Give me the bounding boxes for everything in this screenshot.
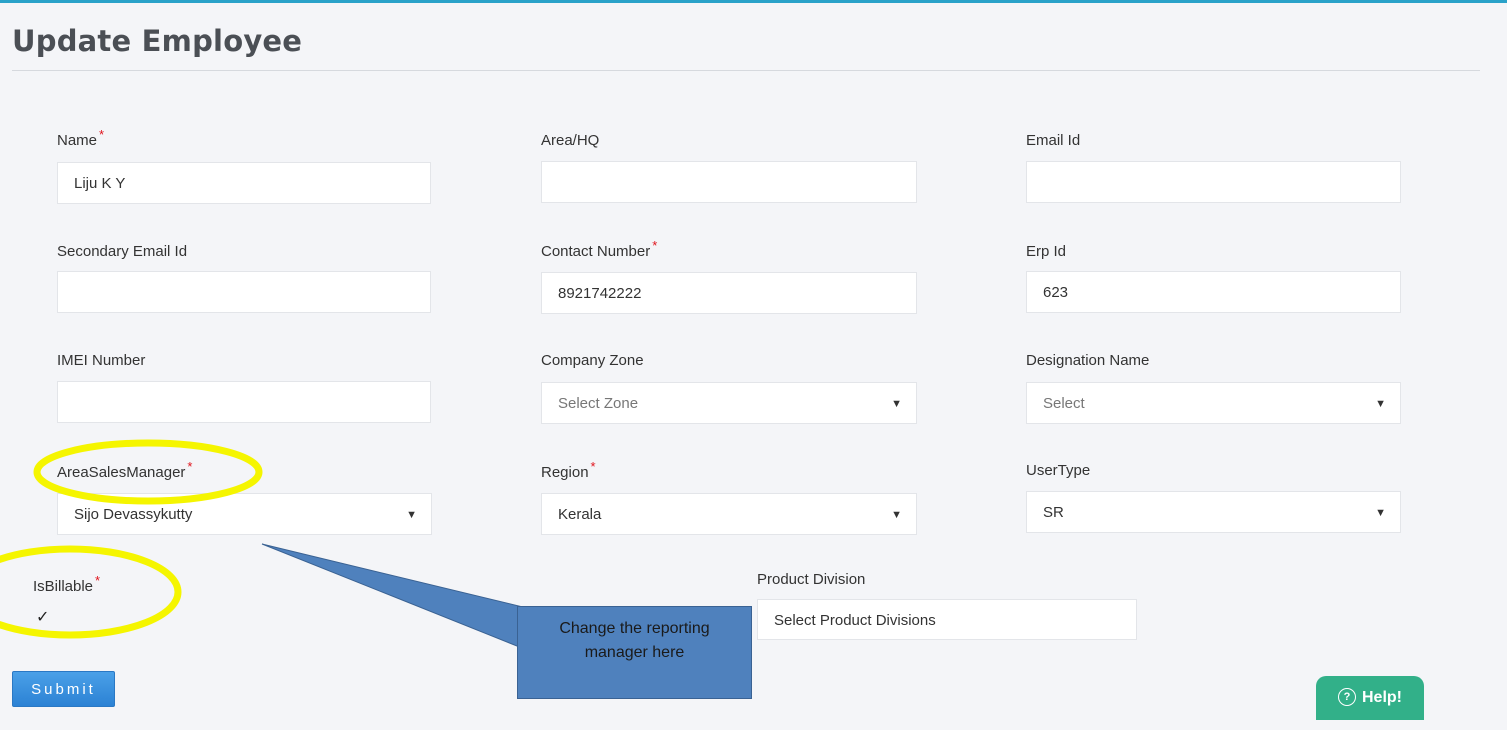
help-button[interactable]: ? Help! (1316, 676, 1424, 720)
annotation-overlay (0, 439, 528, 651)
callout-line-1: Change the reporting (559, 620, 710, 637)
help-icon: ? (1338, 688, 1356, 706)
highlight-ellipse-manager (33, 439, 263, 505)
callout-box: Change the reporting manager here (517, 606, 752, 699)
highlight-ellipse-billable (0, 545, 182, 639)
callout-pointer (261, 543, 528, 651)
callout-line-2: manager here (584, 644, 685, 661)
help-label: Help! (1362, 689, 1402, 706)
